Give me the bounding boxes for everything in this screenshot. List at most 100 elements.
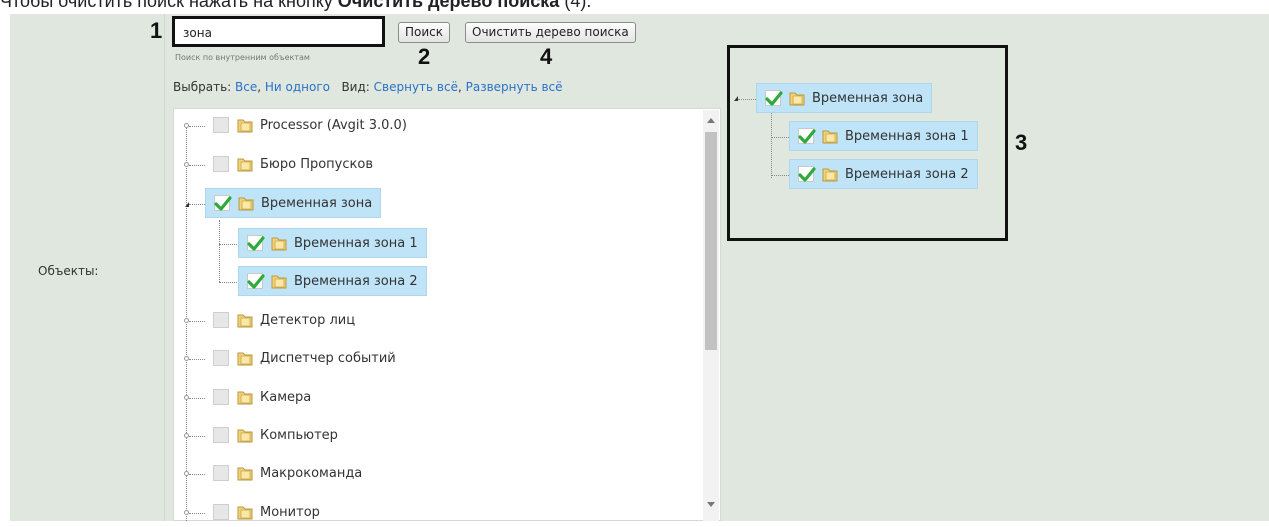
checkbox-unchecked-icon[interactable] xyxy=(213,312,229,328)
tree-node-label: Временная зона 1 xyxy=(294,235,418,251)
folder-icon xyxy=(237,156,253,172)
tree-node-label: Монитор xyxy=(260,504,320,520)
tree-node[interactable]: Временная зона 2 xyxy=(789,159,978,189)
tree-connector-line xyxy=(771,175,789,176)
tree-node[interactable]: Processor (Avgit 3.0.0) xyxy=(205,110,415,140)
scroll-up-icon[interactable] xyxy=(707,118,715,123)
tree-scrollbar[interactable] xyxy=(703,110,719,521)
expand-node-icon[interactable] xyxy=(184,471,189,476)
tree-node[interactable]: Временная зона 1 xyxy=(789,121,978,151)
tree-connector-line xyxy=(219,244,239,245)
tree-node-label: Компьютер xyxy=(260,427,338,443)
marker-4: 4 xyxy=(540,44,553,69)
folder-icon xyxy=(822,128,838,144)
tree-node[interactable]: Временная зона xyxy=(756,83,933,113)
checkbox-checked-icon[interactable] xyxy=(798,166,816,182)
scroll-down-icon[interactable] xyxy=(707,502,715,507)
tree-node-label: Диспетчер событий xyxy=(260,350,396,366)
tree-node-label: Временная зона 1 xyxy=(845,128,969,144)
folder-icon xyxy=(237,465,253,481)
folder-icon xyxy=(271,235,287,251)
tree-connector-line xyxy=(186,126,187,521)
checkbox-unchecked-icon[interactable] xyxy=(213,389,229,405)
tree-node[interactable]: Камера xyxy=(205,382,319,412)
clear-search-tree-button[interactable]: Очистить дерево поиска xyxy=(465,22,636,43)
tree-connector-line xyxy=(189,126,205,127)
checkbox-checked-icon[interactable] xyxy=(247,235,265,251)
tree-connector-line xyxy=(219,282,239,283)
tree-node-label: Временная зона 2 xyxy=(294,273,418,289)
expand-node-icon[interactable] xyxy=(184,433,189,438)
folder-icon xyxy=(237,427,253,443)
tree-node[interactable]: Детектор лиц xyxy=(205,305,363,335)
checkbox-unchecked-icon[interactable] xyxy=(213,427,229,443)
tree-node[interactable]: Монитор xyxy=(205,497,328,527)
tree-connector-line xyxy=(219,220,220,282)
checkbox-unchecked-icon[interactable] xyxy=(213,156,229,172)
marker-1: 1 xyxy=(150,18,163,43)
tree-node-label: Временная зона xyxy=(812,90,924,106)
tree-node[interactable]: Макрокоманда xyxy=(205,458,370,488)
folder-icon xyxy=(237,350,253,366)
tree-connector-line xyxy=(189,513,205,514)
select-view-row: Выбрать: Все, Ни одного Вид: Свернуть вс… xyxy=(173,80,563,94)
collapse-arrow-icon[interactable] xyxy=(185,202,189,207)
checkbox-unchecked-icon[interactable] xyxy=(213,350,229,366)
tree-node[interactable]: Бюро Пропусков xyxy=(205,149,381,179)
tree-connector-line xyxy=(771,137,789,138)
objects-label: Объекты: xyxy=(38,264,99,278)
tree-connector-line xyxy=(189,398,205,399)
collapse-all-link[interactable]: Свернуть всё xyxy=(374,80,458,94)
tree-node[interactable]: Временная зона 2 xyxy=(238,266,427,296)
checkbox-checked-icon[interactable] xyxy=(765,90,783,106)
select-none-link[interactable]: Ни одного xyxy=(265,80,330,94)
checkbox-checked-icon[interactable] xyxy=(247,273,265,289)
tree-node-label: Бюро Пропусков xyxy=(260,156,373,172)
tree-node-label: Камера xyxy=(260,389,312,405)
tree-node-label: Processor (Avgit 3.0.0) xyxy=(260,117,407,133)
checkbox-checked-icon[interactable] xyxy=(798,128,816,144)
tree-node-label: Макрокоманда xyxy=(260,465,363,481)
checkbox-unchecked-icon[interactable] xyxy=(213,504,229,520)
scroll-thumb[interactable] xyxy=(705,132,717,350)
tree-connector-line xyxy=(189,321,205,322)
folder-icon xyxy=(238,195,254,211)
expand-node-icon[interactable] xyxy=(184,510,189,515)
folder-icon xyxy=(789,90,805,106)
checkbox-unchecked-icon[interactable] xyxy=(213,465,229,481)
checkbox-checked-icon[interactable] xyxy=(214,195,232,211)
marker-2: 2 xyxy=(418,44,431,69)
marker-3: 3 xyxy=(1015,130,1028,155)
instruction-caption: Чтобы очистить поиск нажать на кнопку Оч… xyxy=(0,0,592,11)
expand-node-icon[interactable] xyxy=(184,162,189,167)
select-label: Выбрать: xyxy=(173,80,232,94)
folder-icon xyxy=(271,273,287,289)
expand-node-icon[interactable] xyxy=(184,123,189,128)
checkbox-unchecked-icon[interactable] xyxy=(213,117,229,133)
folder-icon xyxy=(237,389,253,405)
search-input[interactable]: зона xyxy=(172,16,385,47)
tree-node[interactable]: Компьютер xyxy=(205,420,346,450)
expand-node-icon[interactable] xyxy=(184,356,189,361)
folder-icon xyxy=(237,117,253,133)
tree-node[interactable]: Временная зона xyxy=(205,188,382,218)
search-button[interactable]: Поиск xyxy=(398,22,451,43)
folder-icon xyxy=(237,312,253,328)
tree-connector-line xyxy=(189,359,205,360)
expand-node-icon[interactable] xyxy=(184,395,189,400)
expand-node-icon[interactable] xyxy=(184,318,189,323)
view-label: Вид: xyxy=(341,80,370,94)
tree-connector-line xyxy=(189,165,205,166)
tree-node[interactable]: Диспетчер событий xyxy=(205,343,404,373)
tree-connector-line xyxy=(738,99,756,100)
folder-icon xyxy=(237,504,253,520)
select-all-link[interactable]: Все xyxy=(235,80,257,94)
tree-node-label: Временная зона xyxy=(261,195,373,211)
tree-connector-line xyxy=(189,474,205,475)
tree-node-label: Детектор лиц xyxy=(260,312,356,328)
tree-connector-line xyxy=(189,436,205,437)
search-hint: Поиск по внутренним объектам xyxy=(175,53,310,62)
tree-node-label: Временная зона 2 xyxy=(845,166,969,182)
expand-all-link[interactable]: Развернуть всё xyxy=(466,80,563,94)
tree-node[interactable]: Временная зона 1 xyxy=(238,228,427,258)
